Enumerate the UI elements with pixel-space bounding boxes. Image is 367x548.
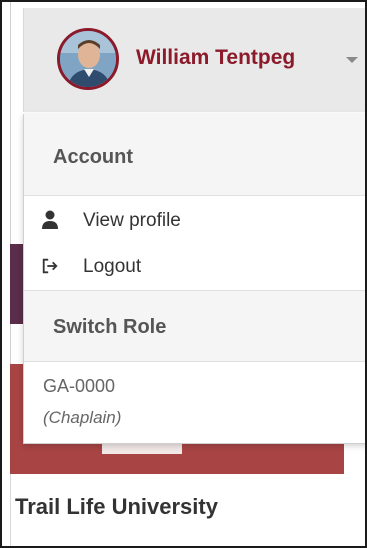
logout-label: Logout [83, 256, 142, 277]
account-section-header: Account [24, 114, 365, 196]
account-header-label: Account [53, 146, 133, 168]
logout-menu-item[interactable]: Logout [24, 244, 365, 288]
user-name[interactable]: William Tentpeg [136, 46, 295, 70]
view-profile-menu-item[interactable]: View profile [24, 198, 365, 242]
switch-role-header-label: Switch Role [53, 316, 167, 338]
sign-out-icon [42, 258, 58, 274]
avatar[interactable] [57, 28, 119, 90]
role-name: (Chaplain) [43, 408, 122, 427]
background-title[interactable]: Trail Life University [15, 494, 218, 520]
role-option[interactable]: GA-0000 (Chaplain) [24, 364, 365, 444]
switch-role-section-header: Switch Role [24, 290, 365, 362]
caret-down-icon[interactable] [346, 57, 358, 63]
role-code: GA-0000 [43, 376, 116, 396]
view-profile-label: View profile [83, 210, 181, 231]
background-banner-tab [102, 444, 182, 454]
user-menu-toggle[interactable]: William Tentpeg [23, 8, 365, 112]
window-frame: Trail Life University William Tentpeg Ac… [0, 0, 367, 548]
user-dropdown-menu: Account View profile Logout Switch Role … [23, 114, 365, 444]
user-icon [42, 210, 58, 229]
avatar-photo [60, 31, 116, 87]
